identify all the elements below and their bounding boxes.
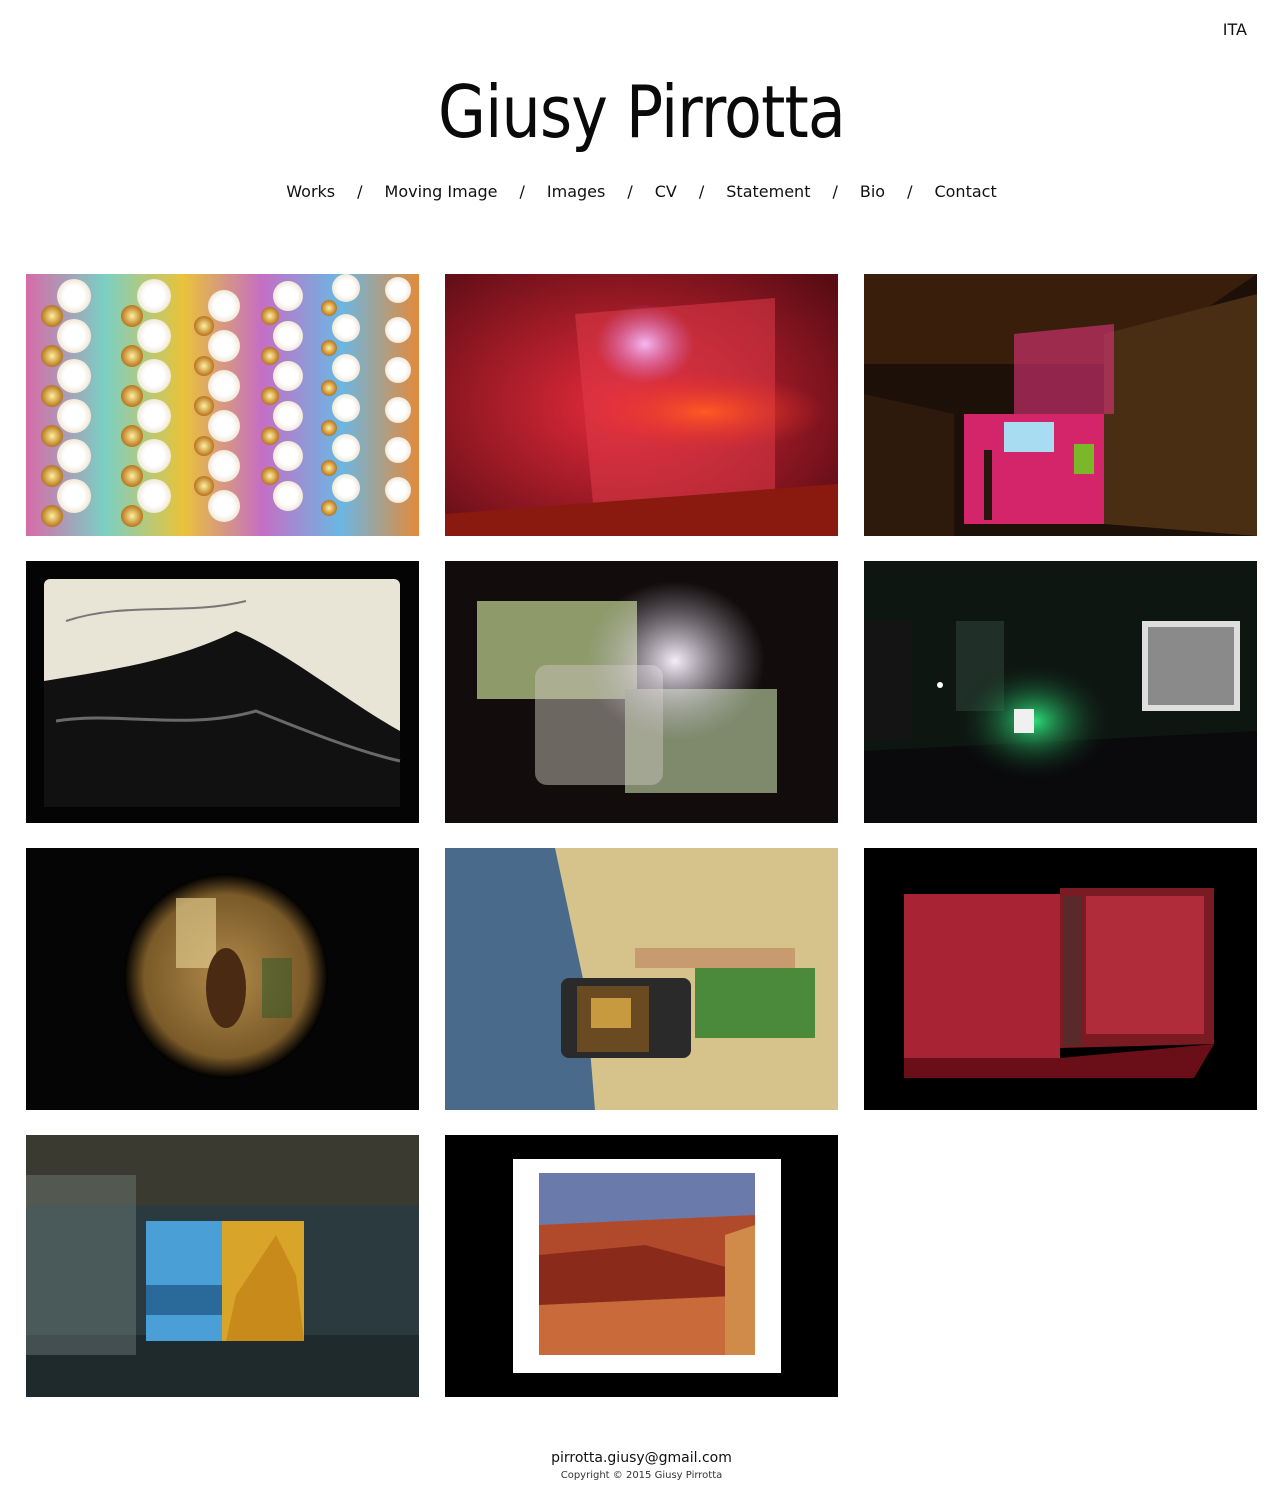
contact-email-link[interactable]: pirrotta.giusy@gmail.com bbox=[0, 1450, 1283, 1466]
nav-moving-image[interactable]: Moving Image bbox=[385, 182, 498, 201]
gallery-tile-circular-viewer[interactable] bbox=[26, 848, 419, 1110]
nav-separator: / bbox=[832, 182, 838, 201]
gallery-tile-light-bulbs[interactable] bbox=[26, 274, 419, 536]
gallery-tile-grand-canyon[interactable] bbox=[445, 1135, 838, 1397]
nav-separator: / bbox=[627, 182, 633, 201]
nav-cv[interactable]: CV bbox=[655, 182, 677, 201]
hula-dancers-projection-image bbox=[445, 848, 838, 1110]
nav-images[interactable]: Images bbox=[547, 182, 605, 201]
site-footer: pirrotta.giusy@gmail.com Copyright © 201… bbox=[0, 1450, 1283, 1481]
nav-separator: / bbox=[357, 182, 363, 201]
light-bulbs-artwork-image bbox=[26, 274, 419, 536]
grand-canyon-print-image bbox=[445, 1135, 838, 1397]
nav-works[interactable]: Works bbox=[286, 182, 335, 201]
gallery-tile-red-projection[interactable] bbox=[445, 274, 838, 536]
red-projection-room-image bbox=[445, 274, 838, 536]
black-white-film-still-image bbox=[26, 561, 419, 823]
nav-statement[interactable]: Statement bbox=[726, 182, 810, 201]
nav-separator: / bbox=[698, 182, 705, 201]
green-light-installation-image bbox=[864, 561, 1257, 823]
nav-separator: / bbox=[907, 182, 913, 201]
site-title[interactable]: Giusy Pirrotta bbox=[90, 70, 1193, 154]
gallery-tile-bw-film[interactable] bbox=[26, 561, 419, 823]
gallery-tile-hula-dancers[interactable] bbox=[445, 848, 838, 1110]
circular-viewer-image bbox=[26, 848, 419, 1110]
red-rock-lightboxes-image bbox=[864, 848, 1257, 1110]
nav-contact[interactable]: Contact bbox=[934, 182, 996, 201]
gallery-tile-pink-corridor[interactable] bbox=[864, 274, 1257, 536]
nav-separator: / bbox=[519, 182, 525, 201]
overlapping-projections-image bbox=[445, 561, 838, 823]
gallery-tile-projections[interactable] bbox=[445, 561, 838, 823]
language-switch-link[interactable]: ITA bbox=[1223, 20, 1247, 39]
gallery-tile-green-light[interactable] bbox=[864, 561, 1257, 823]
gallery-tile-landscape-lightbox[interactable] bbox=[26, 1135, 419, 1397]
landscape-lightbox-ruin-image bbox=[26, 1135, 419, 1397]
gallery-tile-red-rock[interactable] bbox=[864, 848, 1257, 1110]
pink-corridor-installation-image bbox=[864, 274, 1257, 536]
copyright-notice: Copyright © 2015 Giusy Pirrotta bbox=[560, 1470, 723, 1481]
nav-bio[interactable]: Bio bbox=[860, 182, 885, 201]
main-navigation: Works / Moving Image / Images / CV / Statement / B… bbox=[0, 182, 1283, 201]
